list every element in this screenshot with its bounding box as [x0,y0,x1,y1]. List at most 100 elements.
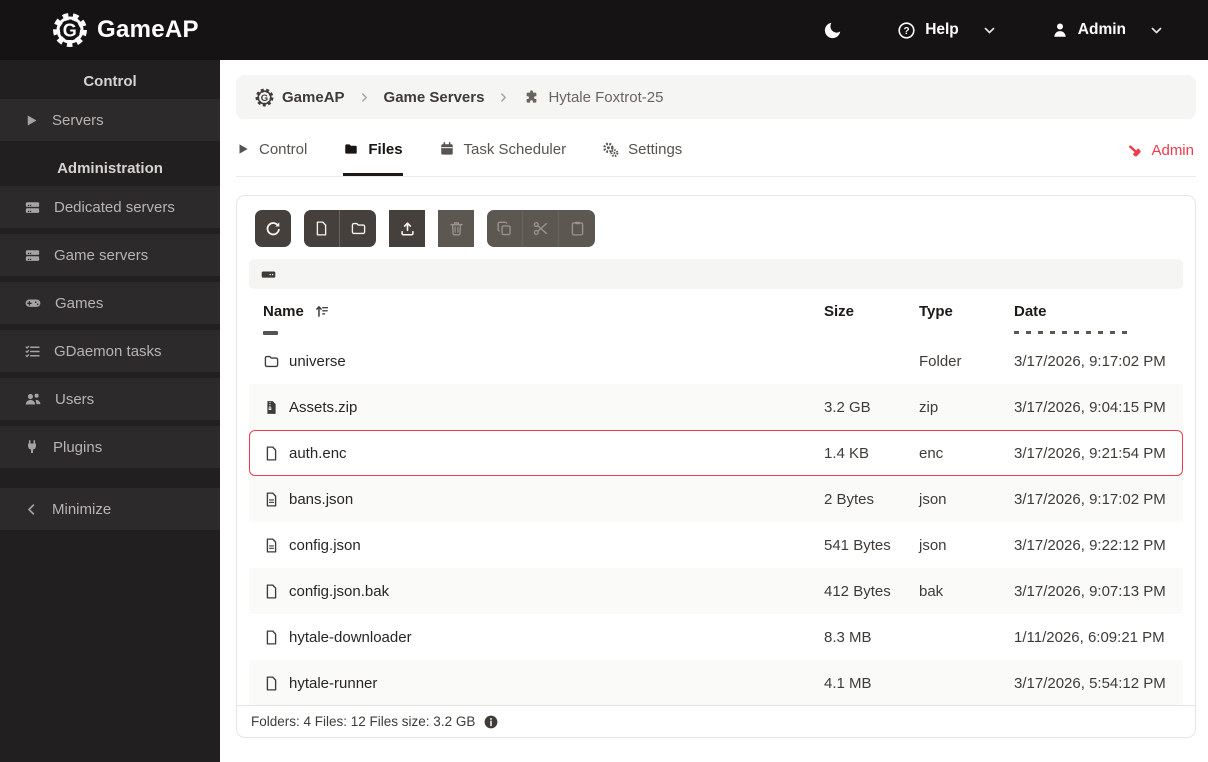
info-icon[interactable] [483,714,499,730]
file-icon [263,445,280,462]
table-row-assets-zip[interactable]: Assets.zip 3.2 GB zip 3/17/2026, 9:04:15… [249,384,1183,430]
column-header-name[interactable]: Name [263,303,824,320]
delete-button[interactable] [438,210,474,247]
clipboard-actions-group [487,210,595,247]
table-header: Name Size Type Date [249,297,1183,328]
help-menu[interactable]: Help [897,21,997,40]
user-menu[interactable]: Admin [1051,21,1164,39]
help-label: Help [925,21,959,38]
hammer-icon [1126,142,1143,159]
chevron-left-icon [24,502,39,517]
path-bar [249,259,1183,289]
file-actions-group [304,210,376,247]
table-row-hytale-downloader[interactable]: hytale-downloader 8.3 MB 1/11/2026, 6:09… [249,614,1183,660]
sidebar-minimize-button[interactable]: Minimize [0,488,220,530]
brand-logo[interactable]: GameAP [52,12,199,48]
gears-icon [602,141,619,158]
breadcrumb-separator-icon [358,91,371,104]
file-manager: Name Size Type Date universe Folder 3/17… [236,195,1196,738]
new-file-button[interactable] [304,210,340,247]
sort-ascending-icon [314,303,331,320]
sidebar-item-game-servers[interactable]: Game servers [0,234,220,276]
sidebar-section-administration: Administration [57,160,163,177]
file-icon [263,675,280,692]
trash-icon [448,220,465,237]
sidebar-item-gdaemon-tasks[interactable]: GDaemon tasks [0,330,220,372]
sidebar-item-plugins[interactable]: Plugins [0,426,220,468]
clipped-row-icon [263,331,278,335]
tab-admin[interactable]: Admin [1126,119,1194,176]
new-file-icon [313,220,330,237]
new-folder-button[interactable] [340,210,376,247]
server-icon [24,199,41,216]
main-content: GameAP Game Servers Hytale Foxtrot-25 Co… [220,60,1208,762]
table-row-auth-enc-highlighted[interactable]: auth.enc 1.4 KB enc 3/17/2026, 9:21:54 P… [249,430,1183,476]
clipped-row-date [1014,331,1132,334]
server-icon [24,247,41,264]
breadcrumb-gameap[interactable]: GameAP [255,88,345,107]
help-icon [897,21,916,40]
users-icon [24,390,42,408]
table-row-bans-json[interactable]: bans.json 2 Bytes json 3/17/2026, 9:17:0… [249,476,1183,522]
column-header-size: Size [824,303,855,320]
puzzle-icon [523,89,540,106]
sidebar-item-users[interactable]: Users [0,378,220,420]
files-summary: Folders: 4 Files: 12 Files size: 3.2 GB [251,714,476,729]
file-icon [263,583,280,600]
paste-button[interactable] [559,210,595,247]
paste-icon [569,220,586,237]
sidebar-item-games[interactable]: Games [0,282,220,324]
file-text-icon [263,537,280,554]
chevron-down-icon [1149,23,1164,38]
table-row-hytale-runner[interactable]: hytale-runner 4.1 MB 3/17/2026, 5:54:12 … [249,660,1183,706]
refresh-button[interactable] [255,210,291,247]
scissors-icon [532,220,549,237]
column-header-date: Date [1014,303,1047,320]
user-label: Admin [1077,21,1126,38]
breadcrumb-current-server: Hytale Foxtrot-25 [523,89,663,106]
tab-task-scheduler[interactable]: Task Scheduler [439,119,566,176]
file-text-icon [263,491,280,508]
folder-icon [263,353,280,370]
breadcrumb: GameAP Game Servers Hytale Foxtrot-25 [236,75,1196,119]
upload-icon [399,220,416,237]
plug-icon [24,439,40,455]
sidebar-section-control: Control [83,73,137,90]
upload-button[interactable] [389,210,425,247]
tab-control[interactable]: Control [236,119,307,176]
calendar-icon [439,141,455,157]
new-folder-icon [350,220,367,237]
gameap-gear-icon [255,88,274,107]
chevron-down-icon [982,23,997,38]
file-table-body: universe Folder 3/17/2026, 9:17:02 PM As… [249,338,1183,706]
file-manager-footer: Folders: 4 Files: 12 Files size: 3.2 GB [237,705,1195,737]
file-toolbar [249,210,1183,247]
play-icon [236,142,250,156]
copy-icon [496,220,513,237]
column-header-type: Type [919,303,953,320]
user-icon [1051,21,1069,39]
table-row-config-json[interactable]: config.json 541 Bytes json 3/17/2026, 9:… [249,522,1183,568]
gameap-gear-icon [52,12,88,48]
gamepad-icon [24,294,42,312]
refresh-icon [264,220,282,238]
task-list-icon [24,343,41,360]
cut-button[interactable] [523,210,559,247]
table-row-universe[interactable]: universe Folder 3/17/2026, 9:17:02 PM [249,338,1183,384]
breadcrumb-game-servers[interactable]: Game Servers [384,89,485,106]
folder-icon [343,141,359,157]
tab-files[interactable]: Files [343,119,403,176]
partially-scrolled-row[interactable] [249,328,1183,338]
table-row-config-json-bak[interactable]: config.json.bak 412 Bytes bak 3/17/2026,… [249,568,1183,614]
sidebar: Control Servers Administration Dedicated… [0,60,220,762]
tab-settings[interactable]: Settings [602,119,682,176]
moon-icon [822,20,843,41]
sidebar-item-dedicated-servers[interactable]: Dedicated servers [0,186,220,228]
brand-text: GameAP [97,16,199,43]
theme-toggle-button[interactable] [822,20,843,41]
sidebar-item-servers[interactable]: Servers [0,99,220,141]
zip-file-icon [263,399,280,416]
top-bar: GameAP Help Admin [0,0,1208,60]
hdd-icon[interactable] [260,266,277,283]
copy-button[interactable] [487,210,523,247]
